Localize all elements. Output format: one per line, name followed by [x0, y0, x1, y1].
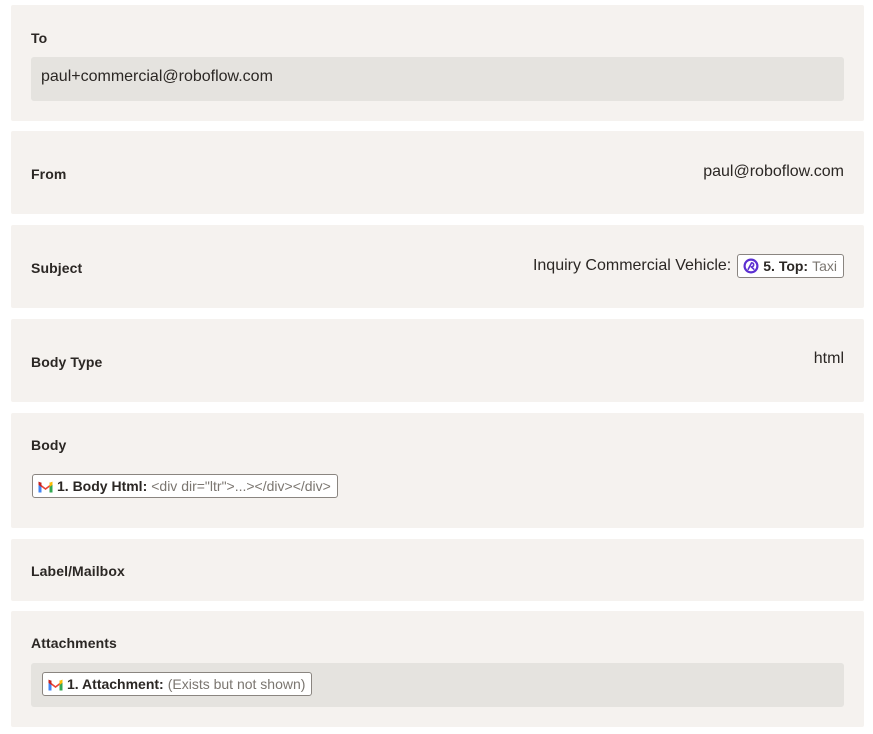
body-type-label: Body Type — [31, 354, 103, 370]
attachments-field-card: Attachments 1. Attachment: (Exists but n… — [11, 611, 864, 727]
subject-token-value: Taxi — [812, 258, 837, 274]
roboflow-app-icon — [743, 258, 759, 274]
attachments-mapped-token[interactable]: 1. Attachment: (Exists but not shown) — [42, 672, 313, 696]
body-field-card[interactable]: Body 1. Body Html: <div dir="ltr">...></… — [11, 413, 864, 528]
attachments-label: Attachments — [31, 635, 117, 651]
to-input[interactable]: paul+commercial@roboflow.com — [31, 57, 844, 101]
to-field-card: To paul+commercial@roboflow.com — [11, 5, 864, 121]
subject-value: Inquiry Commercial Vehicle: 5. Top: Taxi — [533, 254, 844, 278]
subject-token-step: 5. Top: — [763, 258, 809, 274]
body-token-value: <div dir="ltr">...></div></div> — [151, 478, 331, 494]
attachments-token-value: (Exists but not shown) — [167, 676, 306, 692]
from-value: paul@roboflow.com — [703, 163, 844, 180]
subject-prefix: Inquiry Commercial Vehicle: — [532, 257, 732, 274]
body-type-value: html — [813, 350, 844, 367]
body-mapped-token[interactable]: 1. Body Html: <div dir="ltr">...></div><… — [32, 474, 338, 498]
label-mailbox-field-card[interactable]: Label/Mailbox — [11, 539, 864, 601]
from-field-card[interactable]: From paul@roboflow.com — [11, 131, 864, 214]
subject-label: Subject — [31, 260, 83, 276]
subject-field-card[interactable]: Subject Inquiry Commercial Vehicle: 5. T… — [11, 225, 864, 308]
gmail-icon — [48, 678, 63, 691]
to-label: To — [31, 30, 48, 46]
label-mailbox-label: Label/Mailbox — [31, 563, 125, 579]
attachments-token-step: 1. Attachment: — [67, 676, 164, 692]
subject-mapped-token[interactable]: 5. Top: Taxi — [737, 254, 844, 278]
body-type-field-card[interactable]: Body Type html — [11, 319, 864, 402]
body-label: Body — [31, 437, 67, 453]
attachments-input[interactable]: 1. Attachment: (Exists but not shown) — [31, 663, 844, 707]
from-label: From — [31, 166, 67, 182]
to-value: paul+commercial@roboflow.com — [41, 68, 273, 85]
body-token-step: 1. Body Html: — [57, 478, 148, 494]
gmail-icon — [38, 480, 53, 493]
